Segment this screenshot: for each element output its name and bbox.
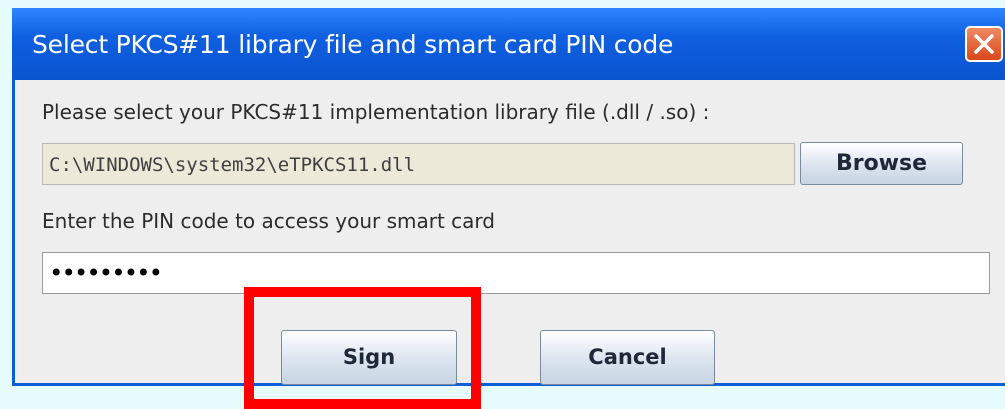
cancel-button[interactable]: Cancel [540, 330, 715, 385]
close-button[interactable] [965, 26, 1003, 62]
title-bar[interactable]: Select PKCS#11 library file and smart ca… [12, 8, 1005, 80]
library-prompt-label: Please select your PKCS#11 implementatio… [42, 100, 710, 124]
dialog-body: Please select your PKCS#11 implementatio… [15, 80, 1005, 385]
close-icon [974, 34, 994, 54]
pin-input[interactable]: ••••••••• [42, 252, 990, 294]
pkcs11-dialog: Select PKCS#11 library file and smart ca… [12, 8, 1005, 386]
pin-prompt-label: Enter the PIN code to access your smart … [42, 209, 495, 233]
library-path-field[interactable]: C:\WINDOWS\system32\eTPKCS11.dll [42, 143, 795, 185]
browse-button[interactable]: Browse [800, 142, 963, 185]
sign-button-highlight [244, 287, 481, 409]
dialog-title: Select PKCS#11 library file and smart ca… [32, 30, 674, 59]
